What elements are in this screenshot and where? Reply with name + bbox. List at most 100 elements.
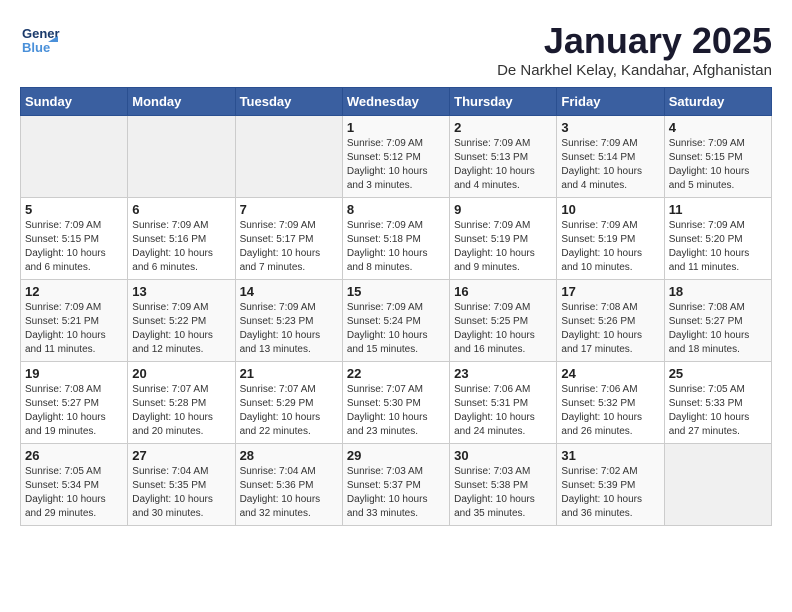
calendar-cell: 14 Sunrise: 7:09 AMSunset: 5:23 PMDayligh… (235, 280, 342, 362)
calendar-cell: 2 Sunrise: 7:09 AMSunset: 5:13 PMDaylight… (450, 116, 557, 198)
day-info: Sunrise: 7:07 AMSunset: 5:30 PMDaylight:… (347, 383, 445, 439)
day-number: 15 (347, 284, 445, 299)
day-info: Sunrise: 7:06 AMSunset: 5:31 PMDaylight:… (454, 383, 552, 439)
day-info: Sunrise: 7:09 AMSunset: 5:15 PMDaylight:… (25, 219, 123, 275)
day-info: Sunrise: 7:08 AMSunset: 5:27 PMDaylight:… (669, 301, 767, 357)
day-info: Sunrise: 7:09 AMSunset: 5:23 PMDaylight:… (240, 301, 338, 357)
day-number: 26 (25, 448, 123, 463)
day-info: Sunrise: 7:09 AMSunset: 5:13 PMDaylight:… (454, 137, 552, 193)
day-info: Sunrise: 7:06 AMSunset: 5:32 PMDaylight:… (561, 383, 659, 439)
day-info: Sunrise: 7:08 AMSunset: 5:27 PMDaylight:… (25, 383, 123, 439)
calendar-subtitle: De Narkhel Kelay, Kandahar, Afghanistan (497, 62, 772, 79)
day-info: Sunrise: 7:09 AMSunset: 5:22 PMDaylight:… (132, 301, 230, 357)
calendar-cell: 29 Sunrise: 7:03 AMSunset: 5:37 PMDayligh… (342, 444, 449, 526)
calendar-cell: 10Sunrise: 7:09 AMSunset: 5:19 PMDayligh… (557, 198, 664, 280)
day-header-thursday: Thursday (450, 88, 557, 116)
calendar-cell: 28 Sunrise: 7:04 AMSunset: 5:36 PMDayligh… (235, 444, 342, 526)
day-header-tuesday: Tuesday (235, 88, 342, 116)
calendar-week-row: 19 Sunrise: 7:08 AMSunset: 5:27 PMDayligh… (21, 362, 772, 444)
day-info: Sunrise: 7:09 AMSunset: 5:16 PMDaylight:… (132, 219, 230, 275)
calendar-week-row: 12 Sunrise: 7:09 AMSunset: 5:21 PMDayligh… (21, 280, 772, 362)
day-number: 22 (347, 366, 445, 381)
logo-icon: General Blue (20, 20, 60, 60)
day-number: 19 (25, 366, 123, 381)
calendar-cell: 22 Sunrise: 7:07 AMSunset: 5:30 PMDayligh… (342, 362, 449, 444)
day-number: 28 (240, 448, 338, 463)
day-number: 12 (25, 284, 123, 299)
calendar-title: January 2025 (497, 20, 772, 62)
day-number: 14 (240, 284, 338, 299)
day-number: 24 (561, 366, 659, 381)
day-number: 18 (669, 284, 767, 299)
calendar-cell: 11Sunrise: 7:09 AMSunset: 5:20 PMDayligh… (664, 198, 771, 280)
day-info: Sunrise: 7:09 AMSunset: 5:25 PMDaylight:… (454, 301, 552, 357)
day-number: 3 (561, 120, 659, 135)
day-number: 11 (669, 202, 767, 217)
calendar-cell: 9 Sunrise: 7:09 AMSunset: 5:19 PMDaylight… (450, 198, 557, 280)
day-info: Sunrise: 7:05 AMSunset: 5:33 PMDaylight:… (669, 383, 767, 439)
day-info: Sunrise: 7:09 AMSunset: 5:21 PMDaylight:… (25, 301, 123, 357)
calendar-cell: 12 Sunrise: 7:09 AMSunset: 5:21 PMDayligh… (21, 280, 128, 362)
day-info: Sunrise: 7:09 AMSunset: 5:15 PMDaylight:… (669, 137, 767, 193)
day-header-saturday: Saturday (664, 88, 771, 116)
day-number: 2 (454, 120, 552, 135)
day-header-friday: Friday (557, 88, 664, 116)
day-info: Sunrise: 7:04 AMSunset: 5:35 PMDaylight:… (132, 465, 230, 521)
day-number: 29 (347, 448, 445, 463)
calendar-cell: 4 Sunrise: 7:09 AMSunset: 5:15 PMDaylight… (664, 116, 771, 198)
calendar-cell: 30Sunrise: 7:03 AMSunset: 5:38 PMDayligh… (450, 444, 557, 526)
calendar-cell: 3 Sunrise: 7:09 AMSunset: 5:14 PMDaylight… (557, 116, 664, 198)
day-number: 1 (347, 120, 445, 135)
day-number: 21 (240, 366, 338, 381)
calendar-cell (664, 444, 771, 526)
calendar-cell: 13 Sunrise: 7:09 AMSunset: 5:22 PMDayligh… (128, 280, 235, 362)
day-number: 23 (454, 366, 552, 381)
day-number: 10 (561, 202, 659, 217)
day-number: 9 (454, 202, 552, 217)
day-info: Sunrise: 7:09 AMSunset: 5:14 PMDaylight:… (561, 137, 659, 193)
logo: General Blue (20, 20, 60, 60)
day-number: 4 (669, 120, 767, 135)
calendar-cell: 1 Sunrise: 7:09 AMSunset: 5:12 PMDaylight… (342, 116, 449, 198)
calendar-header-row: SundayMondayTuesdayWednesdayThursdayFrid… (21, 88, 772, 116)
day-info: Sunrise: 7:07 AMSunset: 5:28 PMDaylight:… (132, 383, 230, 439)
calendar-cell (128, 116, 235, 198)
day-number: 27 (132, 448, 230, 463)
day-info: Sunrise: 7:02 AMSunset: 5:39 PMDaylight:… (561, 465, 659, 521)
day-header-sunday: Sunday (21, 88, 128, 116)
day-number: 16 (454, 284, 552, 299)
day-info: Sunrise: 7:09 AMSunset: 5:24 PMDaylight:… (347, 301, 445, 357)
calendar-cell (21, 116, 128, 198)
calendar-cell: 20Sunrise: 7:07 AMSunset: 5:28 PMDayligh… (128, 362, 235, 444)
calendar-cell: 26 Sunrise: 7:05 AMSunset: 5:34 PMDayligh… (21, 444, 128, 526)
calendar-cell: 27 Sunrise: 7:04 AMSunset: 5:35 PMDayligh… (128, 444, 235, 526)
day-header-monday: Monday (128, 88, 235, 116)
title-section: January 2025 De Narkhel Kelay, Kandahar,… (497, 20, 772, 79)
day-number: 7 (240, 202, 338, 217)
day-number: 5 (25, 202, 123, 217)
calendar-week-row: 26 Sunrise: 7:05 AMSunset: 5:34 PMDayligh… (21, 444, 772, 526)
day-number: 17 (561, 284, 659, 299)
calendar-cell: 19 Sunrise: 7:08 AMSunset: 5:27 PMDayligh… (21, 362, 128, 444)
svg-text:Blue: Blue (22, 40, 50, 55)
day-info: Sunrise: 7:08 AMSunset: 5:26 PMDaylight:… (561, 301, 659, 357)
day-info: Sunrise: 7:09 AMSunset: 5:19 PMDaylight:… (454, 219, 552, 275)
day-header-wednesday: Wednesday (342, 88, 449, 116)
calendar-week-row: 5 Sunrise: 7:09 AMSunset: 5:15 PMDaylight… (21, 198, 772, 280)
calendar-cell: 5 Sunrise: 7:09 AMSunset: 5:15 PMDaylight… (21, 198, 128, 280)
calendar-cell: 16 Sunrise: 7:09 AMSunset: 5:25 PMDayligh… (450, 280, 557, 362)
day-info: Sunrise: 7:05 AMSunset: 5:34 PMDaylight:… (25, 465, 123, 521)
calendar-cell: 7Sunrise: 7:09 AMSunset: 5:17 PMDaylight… (235, 198, 342, 280)
day-info: Sunrise: 7:03 AMSunset: 5:38 PMDaylight:… (454, 465, 552, 521)
day-info: Sunrise: 7:03 AMSunset: 5:37 PMDaylight:… (347, 465, 445, 521)
calendar-week-row: 1 Sunrise: 7:09 AMSunset: 5:12 PMDaylight… (21, 116, 772, 198)
day-number: 25 (669, 366, 767, 381)
calendar-cell: 8Sunrise: 7:09 AMSunset: 5:18 PMDaylight… (342, 198, 449, 280)
day-number: 8 (347, 202, 445, 217)
calendar-cell: 23 Sunrise: 7:06 AMSunset: 5:31 PMDayligh… (450, 362, 557, 444)
calendar-cell: 15 Sunrise: 7:09 AMSunset: 5:24 PMDayligh… (342, 280, 449, 362)
day-info: Sunrise: 7:04 AMSunset: 5:36 PMDaylight:… (240, 465, 338, 521)
day-info: Sunrise: 7:09 AMSunset: 5:12 PMDaylight:… (347, 137, 445, 193)
day-info: Sunrise: 7:07 AMSunset: 5:29 PMDaylight:… (240, 383, 338, 439)
day-number: 13 (132, 284, 230, 299)
